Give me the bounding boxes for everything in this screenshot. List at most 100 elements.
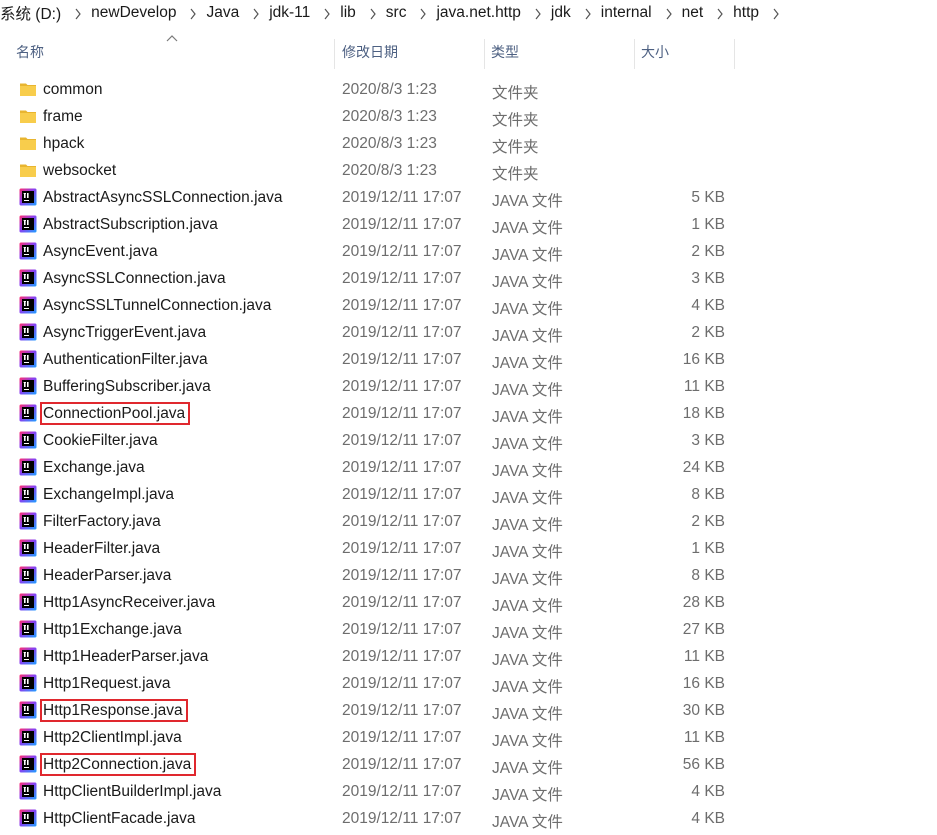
java-file-icon <box>19 566 37 584</box>
list-item[interactable]: ConnectionPool.java 2019/12/11 17:07 JAVA … <box>0 401 937 428</box>
list-item[interactable]: frame 2020/8/3 1:23 文件夹 <box>0 104 937 131</box>
file-name: Http1HeaderParser.java <box>43 648 209 665</box>
breadcrumb-item[interactable]: newDevelop <box>91 4 180 22</box>
column-divider[interactable] <box>734 39 735 69</box>
list-item[interactable]: Http1Exchange.java 2019/12/11 17:07 JAVA 文… <box>0 617 937 644</box>
file-date: 2019/12/11 17:07 <box>342 567 462 584</box>
list-item[interactable]: common 2020/8/3 1:23 文件夹 <box>0 77 937 104</box>
breadcrumb-item[interactable]: jdk-11 <box>269 4 314 22</box>
list-item[interactable]: CookieFilter.java 2019/12/11 17:07 JAVA 文件… <box>0 428 937 455</box>
chevron-right-icon[interactable] <box>410 6 436 21</box>
file-name: hpack <box>43 135 85 152</box>
list-item[interactable]: AuthenticationFilter.java 2019/12/11 17:0… <box>0 347 937 374</box>
chevron-right-icon[interactable] <box>243 6 269 21</box>
list-item[interactable]: AsyncSSLTunnelConnection.java 2019/12/11 … <box>0 293 937 320</box>
list-item[interactable]: FilterFactory.java 2019/12/11 17:07 JAVA 文… <box>0 509 937 536</box>
column-divider[interactable] <box>334 39 335 69</box>
java-file-icon <box>19 458 37 476</box>
list-item[interactable]: Exchange.java 2019/12/11 17:07 JAVA 文件 24 K… <box>0 455 937 482</box>
java-file-icon <box>19 755 37 773</box>
file-type: JAVA 文件 <box>492 301 563 318</box>
file-date: 2019/12/11 17:07 <box>342 702 462 719</box>
java-file-icon <box>19 269 37 287</box>
list-item[interactable]: Http2Connection.java 2019/12/11 17:07 JAVA… <box>0 752 937 779</box>
file-date: 2020/8/3 1:23 <box>342 162 437 179</box>
breadcrumb-item[interactable]: Java <box>206 4 243 22</box>
file-name: Http2Connection.java <box>43 756 192 773</box>
file-size: 24 KB <box>682 459 725 476</box>
breadcrumb-item[interactable]: jdk <box>551 4 575 22</box>
list-item[interactable]: Http1Response.java 2019/12/11 17:07 JAVA 文… <box>0 698 937 725</box>
column-divider[interactable] <box>634 39 635 69</box>
breadcrumb-item[interactable]: net <box>682 4 708 22</box>
file-size: 3 KB <box>691 270 725 287</box>
list-item[interactable]: HttpClientBuilderImpl.java 2019/12/11 17:… <box>0 779 937 806</box>
java-file-icon <box>19 485 37 503</box>
chevron-right-icon[interactable] <box>525 6 551 21</box>
chevron-right-icon[interactable] <box>360 6 386 21</box>
file-name: HeaderParser.java <box>43 567 172 584</box>
file-date: 2019/12/11 17:07 <box>342 216 462 233</box>
file-date: 2019/12/11 17:07 <box>342 729 462 746</box>
file-size: 16 KB <box>682 675 725 692</box>
file-size: 2 KB <box>691 243 725 260</box>
file-date: 2019/12/11 17:07 <box>342 594 462 611</box>
list-item[interactable]: BufferingSubscriber.java 2019/12/11 17:07… <box>0 374 937 401</box>
java-file-icon <box>19 809 37 827</box>
list-item[interactable]: Http2ClientImpl.java 2019/12/11 17:07 JAVA… <box>0 725 937 752</box>
java-file-icon <box>19 377 37 395</box>
list-item[interactable]: AbstractAsyncSSLConnection.java 2019/12/1… <box>0 185 937 212</box>
breadcrumb-item[interactable]: internal <box>601 4 656 22</box>
chevron-right-icon[interactable] <box>575 6 601 21</box>
java-file-icon <box>19 782 37 800</box>
column-header-type[interactable]: 类型 <box>491 33 633 67</box>
file-type: JAVA 文件 <box>492 247 563 264</box>
column-header-date[interactable]: 修改日期 <box>342 33 484 67</box>
list-item[interactable]: ExchangeImpl.java 2019/12/11 17:07 JAVA 文件… <box>0 482 937 509</box>
breadcrumb-item[interactable]: lib <box>340 4 360 22</box>
chevron-right-icon[interactable] <box>180 6 206 21</box>
file-size: 11 KB <box>683 378 725 395</box>
list-item[interactable]: websocket 2020/8/3 1:23 文件夹 <box>0 158 937 185</box>
breadcrumb-item[interactable]: java.net.http <box>436 4 524 22</box>
list-item[interactable]: Http1AsyncReceiver.java 2019/12/11 17:07 J… <box>0 590 937 617</box>
breadcrumb: 系统 (D:) newDevelop Java jdk-11 lib src j… <box>0 0 937 26</box>
file-size: 8 KB <box>691 567 725 584</box>
list-item[interactable]: AsyncEvent.java 2019/12/11 17:07 JAVA 文件 2 … <box>0 239 937 266</box>
list-item[interactable]: Http1Request.java 2019/12/11 17:07 JAVA 文件… <box>0 671 937 698</box>
list-item[interactable]: AsyncSSLConnection.java 2019/12/11 17:07 J… <box>0 266 937 293</box>
file-name: AbstractSubscription.java <box>43 216 218 233</box>
chevron-right-icon[interactable] <box>763 6 789 21</box>
chevron-right-icon[interactable] <box>314 6 340 21</box>
file-type: JAVA 文件 <box>492 409 563 426</box>
file-size: 3 KB <box>691 432 725 449</box>
column-header-name[interactable]: 名称 <box>16 33 334 67</box>
java-file-icon <box>19 539 37 557</box>
list-item[interactable]: Http1HeaderParser.java 2019/12/11 17:07 JA… <box>0 644 937 671</box>
chevron-right-icon[interactable] <box>707 6 733 21</box>
file-type: JAVA 文件 <box>492 760 563 777</box>
file-size: 11 KB <box>683 648 725 665</box>
column-divider[interactable] <box>484 39 485 69</box>
file-date: 2020/8/3 1:23 <box>342 108 437 125</box>
file-type: JAVA 文件 <box>492 787 563 804</box>
list-item[interactable]: hpack 2020/8/3 1:23 文件夹 <box>0 131 937 158</box>
list-item[interactable]: HttpClientFacade.java 2019/12/11 17:07 JAV… <box>0 806 937 833</box>
list-item[interactable]: HeaderParser.java 2019/12/11 17:07 JAVA 文件… <box>0 563 937 590</box>
java-file-icon <box>19 188 37 206</box>
breadcrumb-item[interactable]: 系统 (D:) <box>0 2 65 24</box>
file-type: JAVA 文件 <box>492 328 563 345</box>
breadcrumb-item[interactable]: src <box>386 4 411 22</box>
column-header-size[interactable]: 大小 <box>641 33 733 67</box>
file-name: Exchange.java <box>43 459 145 476</box>
list-item[interactable]: AsyncTriggerEvent.java 2019/12/11 17:07 JA… <box>0 320 937 347</box>
list-item[interactable]: HeaderFilter.java 2019/12/11 17:07 JAVA 文件… <box>0 536 937 563</box>
file-size: 30 KB <box>682 702 725 719</box>
list-item[interactable]: AbstractSubscription.java 2019/12/11 17:0… <box>0 212 937 239</box>
file-name: HttpClientBuilderImpl.java <box>43 783 222 800</box>
chevron-right-icon[interactable] <box>656 6 682 21</box>
file-date: 2019/12/11 17:07 <box>342 270 462 287</box>
breadcrumb-item[interactable]: http <box>733 4 763 22</box>
chevron-right-icon[interactable] <box>65 6 91 21</box>
file-name: HeaderFilter.java <box>43 540 161 557</box>
